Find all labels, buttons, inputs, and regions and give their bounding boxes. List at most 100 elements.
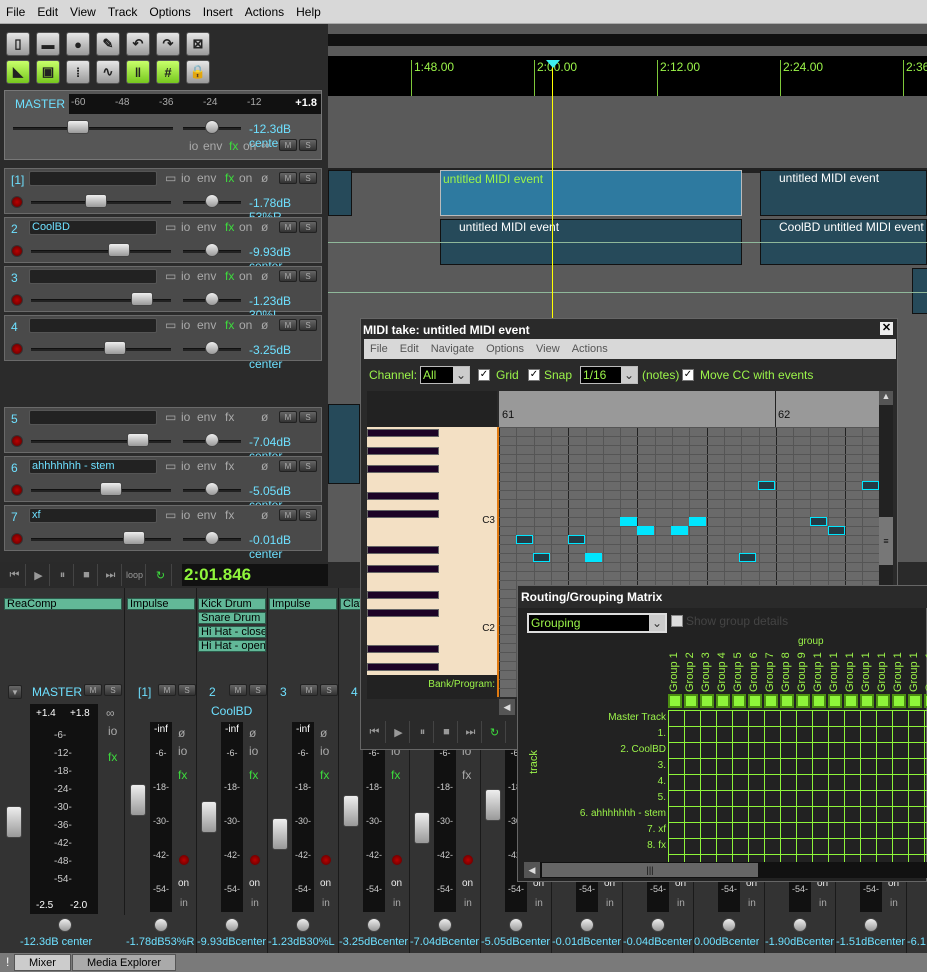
strip-fx-button[interactable]: fx bbox=[249, 768, 258, 782]
black-key[interactable] bbox=[367, 645, 439, 653]
track-solo-button[interactable]: S bbox=[299, 411, 317, 423]
record-arm-icon[interactable] bbox=[249, 854, 261, 866]
track-panel[interactable]: 5▭ioenvfxøMS-7.04dB center bbox=[4, 407, 322, 463]
grid-lines-icon[interactable]: # bbox=[156, 60, 180, 84]
collapse-down-icon[interactable]: ▼ bbox=[8, 685, 22, 699]
time-display[interactable]: 2:01.846 bbox=[182, 564, 328, 586]
play-icon[interactable]: ▶ bbox=[28, 564, 50, 586]
black-key[interactable] bbox=[367, 465, 439, 473]
record-arm-icon[interactable] bbox=[462, 854, 474, 866]
strip-fader-knob[interactable] bbox=[201, 801, 217, 833]
skip-start-icon[interactable]: ⏮ bbox=[4, 564, 26, 586]
track-solo-button[interactable]: S bbox=[299, 319, 317, 331]
master-solo-button[interactable]: S bbox=[299, 139, 317, 151]
fx-slot[interactable]: ReaComp bbox=[4, 598, 122, 610]
master-io-button[interactable]: io bbox=[108, 724, 117, 738]
strip-io-button[interactable]: io bbox=[320, 744, 329, 758]
black-key[interactable] bbox=[367, 663, 439, 671]
strip-mute-button[interactable]: M bbox=[158, 684, 176, 696]
strip-pan-knob[interactable] bbox=[154, 918, 168, 932]
envelope-line[interactable] bbox=[328, 292, 927, 293]
midi-note[interactable] bbox=[671, 526, 688, 535]
record-arm-icon[interactable] bbox=[11, 294, 23, 306]
fx-slot[interactable]: Hi Hat - closed bbox=[198, 626, 266, 638]
black-key[interactable] bbox=[367, 447, 439, 455]
strip-fader-knob[interactable] bbox=[343, 795, 359, 827]
track-name-field[interactable] bbox=[29, 269, 157, 284]
strip-solo-button[interactable]: S bbox=[249, 684, 267, 696]
stop-icon[interactable]: ■ bbox=[76, 564, 98, 586]
track-volume-knob[interactable] bbox=[104, 341, 126, 355]
metronome-icon[interactable]: ⊠ bbox=[186, 32, 210, 56]
strip-phase-button[interactable]: ø bbox=[178, 726, 185, 740]
midi-note[interactable] bbox=[516, 535, 533, 544]
record-arm-icon[interactable] bbox=[11, 484, 23, 496]
track-name-field[interactable] bbox=[29, 318, 157, 333]
master-fx-button[interactable]: fx bbox=[108, 750, 117, 764]
menu-options[interactable]: Options bbox=[143, 5, 196, 19]
strip-pan-knob[interactable] bbox=[864, 918, 878, 932]
master-io-button[interactable]: io bbox=[189, 139, 198, 153]
track-pan-knob[interactable] bbox=[205, 531, 219, 545]
group-toggle[interactable] bbox=[812, 694, 826, 708]
group-toggle[interactable] bbox=[764, 694, 778, 708]
track-volume-knob[interactable] bbox=[85, 194, 107, 208]
group-toggle[interactable] bbox=[828, 694, 842, 708]
undo-icon[interactable]: ↶ bbox=[126, 32, 150, 56]
stereo-link-icon[interactable]: ∞ bbox=[106, 706, 115, 720]
track-volume-fader[interactable] bbox=[31, 538, 171, 541]
track-volume-knob[interactable] bbox=[123, 531, 145, 545]
midi-note[interactable] bbox=[828, 526, 845, 535]
track-phase-button[interactable]: ø bbox=[261, 318, 268, 332]
group-toggle[interactable] bbox=[780, 694, 794, 708]
grid-checkbox[interactable]: ✓ bbox=[478, 369, 490, 381]
snap-grid-icon[interactable]: ⁞ bbox=[66, 60, 90, 84]
strip-solo-button[interactable]: S bbox=[320, 684, 338, 696]
strip-mute-button[interactable]: M bbox=[229, 684, 247, 696]
fx-slot[interactable]: Snare Drum bbox=[198, 612, 266, 624]
midi-note[interactable] bbox=[689, 517, 706, 526]
track-name-field[interactable] bbox=[29, 410, 157, 425]
folder-icon[interactable]: ▭ bbox=[165, 508, 176, 522]
strip-pan-knob[interactable] bbox=[296, 918, 310, 932]
record-arm-icon[interactable] bbox=[11, 343, 23, 355]
track-name-field[interactable]: ahhhhhhh - stem bbox=[29, 459, 157, 474]
menu-actions[interactable]: Actions bbox=[239, 5, 290, 19]
track-env-button[interactable]: env bbox=[197, 508, 216, 522]
midi-note[interactable] bbox=[568, 535, 585, 544]
black-key[interactable] bbox=[367, 546, 439, 554]
track-env-button[interactable]: env bbox=[197, 459, 216, 473]
new-project-icon[interactable]: ▯ bbox=[6, 32, 30, 56]
track-mute-button[interactable]: M bbox=[279, 221, 297, 233]
track-fx-button[interactable]: fx bbox=[225, 508, 234, 522]
repeat-icon[interactable]: ↻ bbox=[484, 721, 506, 743]
black-key[interactable] bbox=[367, 609, 439, 617]
docker-menu-icon[interactable]: ! bbox=[6, 955, 9, 969]
track-panel[interactable]: 6ahhhhhhh - stem▭ioenvfxøMS-5.05dB cente… bbox=[4, 456, 322, 512]
track-io-button[interactable]: io bbox=[181, 318, 190, 332]
midi-menu-edit[interactable]: Edit bbox=[394, 343, 425, 355]
midi-menu-view[interactable]: View bbox=[530, 343, 566, 355]
strip-fader-knob[interactable] bbox=[272, 818, 288, 850]
track-phase-button[interactable]: ø bbox=[261, 269, 268, 283]
track-mute-button[interactable]: M bbox=[279, 460, 297, 472]
track-solo-button[interactable]: S bbox=[299, 270, 317, 282]
track-io-button[interactable]: io bbox=[181, 269, 190, 283]
strip-pan-knob[interactable] bbox=[367, 918, 381, 932]
tab-media-explorer[interactable]: Media Explorer bbox=[72, 954, 176, 971]
skip-start-icon[interactable]: ⏮ bbox=[364, 721, 386, 743]
track-volume-knob[interactable] bbox=[108, 243, 130, 257]
track-phase-button[interactable]: ø bbox=[261, 171, 268, 185]
black-key[interactable] bbox=[367, 591, 439, 599]
master-volume-fader[interactable] bbox=[13, 127, 173, 130]
group-toggle[interactable] bbox=[844, 694, 858, 708]
scroll-left-icon[interactable]: ◀ bbox=[499, 699, 515, 715]
track-fx-button[interactable]: fx bbox=[225, 410, 234, 424]
track-panel[interactable]: 4 ▭ io env fx on ø M S -3.25dB center bbox=[4, 315, 322, 371]
stereo-link-icon[interactable]: ∞ bbox=[261, 138, 270, 152]
strip-pan-knob[interactable] bbox=[793, 918, 807, 932]
menu-view[interactable]: View bbox=[64, 5, 102, 19]
stop-icon[interactable]: ■ bbox=[436, 721, 458, 743]
track-phase-button[interactable]: ø bbox=[261, 459, 268, 473]
master-mute-button[interactable]: M bbox=[84, 684, 102, 696]
